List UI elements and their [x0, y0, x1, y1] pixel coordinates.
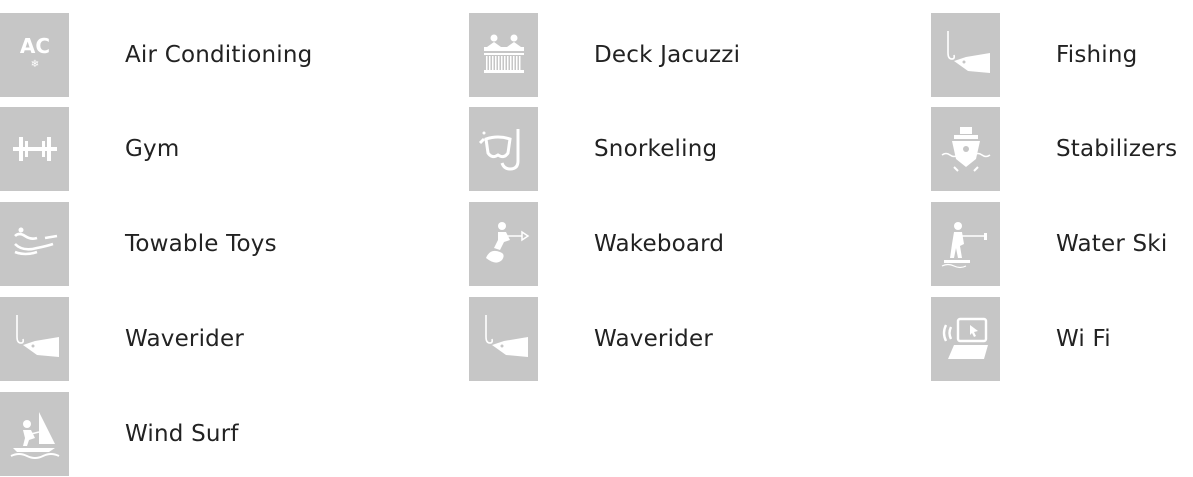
- amenity-air-conditioning: AC ❄ Air Conditioning: [0, 12, 312, 98]
- wind-surf-icon: [0, 392, 69, 476]
- snowflake-glyph: ❄: [30, 59, 38, 70]
- amenity-label: Wind Surf: [125, 421, 239, 447]
- amenity-label: Snorkeling: [594, 136, 718, 162]
- amenity-wakeboard: Wakeboard: [469, 201, 724, 287]
- amenity-gym: Gym: [0, 106, 179, 192]
- amenity-label: Waverider: [594, 326, 713, 352]
- amenity-stabilizers: Stabilizers: [931, 106, 1177, 192]
- deck-jacuzzi-icon: [469, 13, 538, 97]
- amenity-label: Wakeboard: [594, 231, 725, 257]
- amenity-label: Stabilizers: [1056, 136, 1178, 162]
- amenity-label: Water Ski: [1056, 231, 1168, 257]
- amenity-label: Waverider: [125, 326, 244, 352]
- amenity-deck-jacuzzi: Deck Jacuzzi: [469, 12, 740, 98]
- wakeboard-icon: [469, 202, 538, 286]
- amenity-water-ski: Water Ski: [931, 201, 1167, 287]
- fishing-icon: [931, 13, 1000, 97]
- amenity-label: Air Conditioning: [125, 42, 313, 68]
- amenity-label: Towable Toys: [125, 231, 277, 257]
- amenity-wind-surf: Wind Surf: [0, 391, 239, 477]
- amenity-waverider: Waverider: [0, 296, 244, 382]
- fishing-icon: [0, 297, 69, 381]
- amenity-fishing: Fishing: [931, 12, 1137, 98]
- amenity-label: Fishing: [1056, 42, 1138, 68]
- towable-toy-icon: [0, 202, 69, 286]
- amenity-wi-fi: Wi Fi: [931, 296, 1111, 382]
- air-conditioning-icon: AC ❄: [0, 13, 69, 97]
- amenity-snorkeling: Snorkeling: [469, 106, 717, 192]
- amenity-label: Deck Jacuzzi: [594, 42, 741, 68]
- amenity-label: Wi Fi: [1056, 326, 1111, 352]
- fishing-icon: [469, 297, 538, 381]
- snorkel-mask-icon: [469, 107, 538, 191]
- water-ski-icon: [931, 202, 1000, 286]
- gym-dumbbell-icon: [0, 107, 69, 191]
- amenity-label: Gym: [125, 136, 180, 162]
- wifi-laptop-icon: [931, 297, 1000, 381]
- ac-icon-text: AC: [19, 34, 49, 58]
- amenity-waverider: Waverider: [469, 296, 713, 382]
- amenities-grid: AC ❄ Air Conditioning Deck Jacuzzi Fishi…: [0, 0, 1193, 476]
- stabilizers-boat-icon: [931, 107, 1000, 191]
- amenity-towable-toys: Towable Toys: [0, 201, 277, 287]
